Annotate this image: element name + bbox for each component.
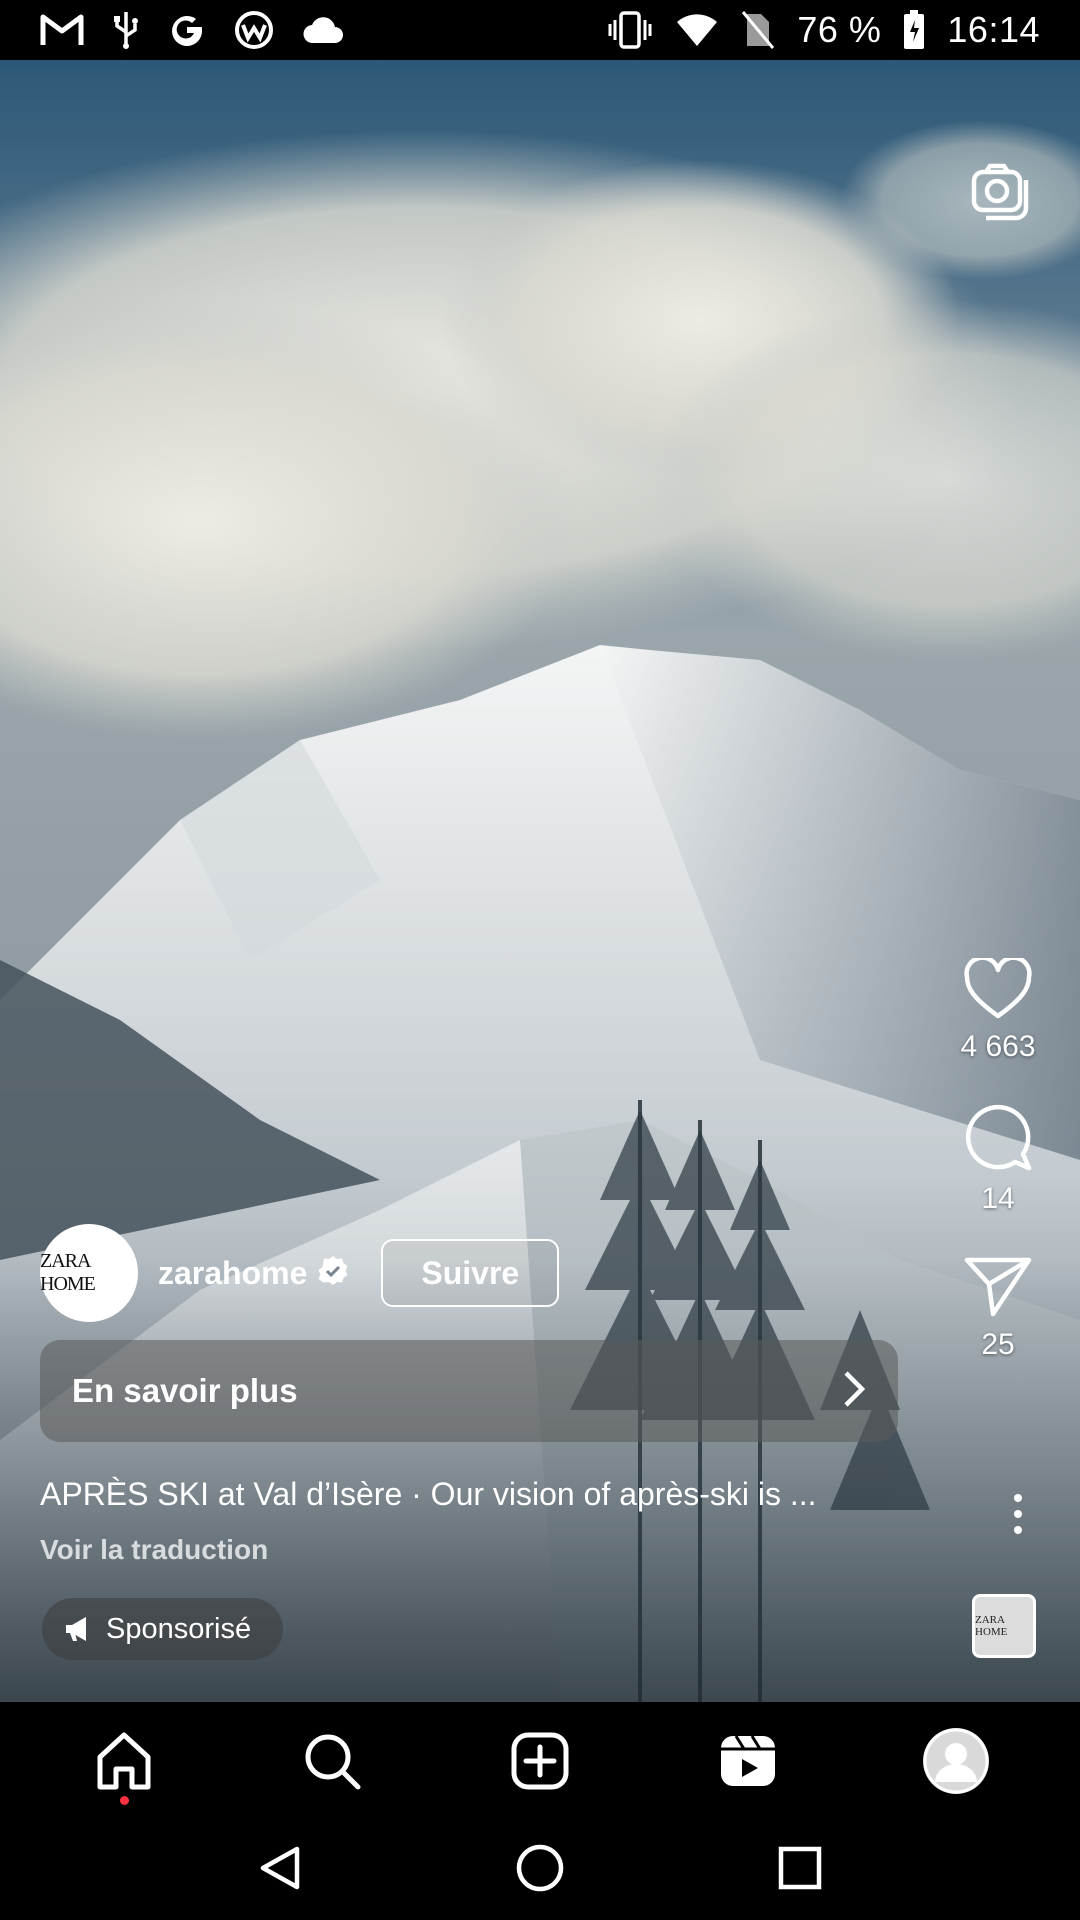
heart-icon xyxy=(964,958,1032,1019)
cloud-icon xyxy=(302,15,346,45)
app-icon xyxy=(234,10,274,50)
more-options-icon[interactable] xyxy=(1008,1492,1028,1536)
nav-profile[interactable] xyxy=(896,1711,1016,1811)
author-row: ZARA HOME zarahome Suivre xyxy=(40,1224,560,1322)
share-button[interactable]: 25 xyxy=(963,1254,1033,1362)
megaphone-icon xyxy=(64,1615,94,1643)
verified-badge-icon xyxy=(317,1255,349,1292)
home-icon xyxy=(97,1732,151,1790)
nav-reels[interactable] xyxy=(688,1711,808,1811)
sponsored-label: Sponsorisé xyxy=(106,1612,252,1645)
follow-button[interactable]: Suivre xyxy=(381,1239,560,1307)
audio-thumbnail[interactable]: ZARA HOME xyxy=(972,1594,1036,1658)
author-avatar[interactable]: ZARA HOME xyxy=(40,1224,138,1322)
nav-search[interactable] xyxy=(272,1711,392,1811)
caption[interactable]: APRÈS SKI at Val d’Isère · Our vision of… xyxy=(40,1476,900,1513)
chevron-right-icon xyxy=(842,1369,866,1414)
back-icon[interactable] xyxy=(255,1843,305,1898)
camera-icon[interactable] xyxy=(968,158,1032,222)
comment-button[interactable]: 14 xyxy=(963,1102,1033,1216)
usb-icon xyxy=(112,10,140,50)
learn-more-label: En savoir plus xyxy=(72,1372,298,1409)
add-post-icon xyxy=(511,1732,569,1790)
clock: 16:14 xyxy=(947,9,1040,50)
vibrate-icon xyxy=(607,10,653,50)
status-bar: 76 % 16:14 xyxy=(0,0,1080,60)
like-button[interactable]: 4 663 xyxy=(960,958,1036,1064)
search-icon xyxy=(305,1734,361,1790)
action-rail: 4 663 14 25 xyxy=(938,958,1058,1362)
author-name[interactable]: zarahome xyxy=(158,1255,307,1292)
home-circle-icon[interactable] xyxy=(515,1843,565,1898)
recents-icon[interactable] xyxy=(775,1843,825,1898)
system-nav-bar xyxy=(0,1820,1080,1920)
battery-icon xyxy=(903,10,925,50)
comment-icon xyxy=(965,1104,1032,1171)
bottom-nav xyxy=(0,1702,1080,1820)
like-count: 4 663 xyxy=(960,1030,1036,1063)
no-sim-icon xyxy=(741,10,775,50)
battery-percent: 76 % xyxy=(797,9,882,50)
reel-video[interactable] xyxy=(0,60,1080,1702)
comment-count: 14 xyxy=(981,1182,1015,1215)
reels-icon xyxy=(721,1735,775,1786)
learn-more-button[interactable]: En savoir plus xyxy=(40,1340,898,1442)
send-icon xyxy=(964,1257,1032,1317)
google-icon xyxy=(168,11,206,49)
share-count: 25 xyxy=(981,1328,1015,1361)
notification-dot xyxy=(120,1796,129,1805)
profile-avatar xyxy=(923,1728,989,1794)
gmail-icon xyxy=(40,13,84,47)
nav-create[interactable] xyxy=(480,1711,600,1811)
see-translation-link[interactable]: Voir la traduction xyxy=(40,1534,268,1566)
screen: 76 % 16:14 4 663 14 25 ZARA HOME zarahom… xyxy=(0,0,1080,1920)
profile-icon xyxy=(923,1728,989,1794)
nav-home[interactable] xyxy=(64,1711,184,1811)
wifi-icon xyxy=(675,12,719,48)
sponsored-badge[interactable]: Sponsorisé xyxy=(42,1598,284,1660)
mountain-scene xyxy=(0,60,1080,1702)
